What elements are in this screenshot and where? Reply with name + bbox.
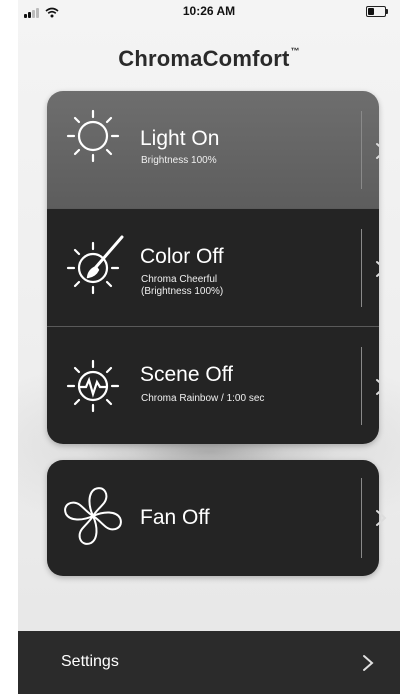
settings-bar[interactable]: Settings xyxy=(18,631,400,694)
chevron-right-icon[interactable] xyxy=(374,141,379,161)
lighting-controls-group: Light On Brightness 100% Color Off Chrom… xyxy=(47,91,379,444)
color-detail: Chroma Cheerful (Brightness 100%) xyxy=(141,274,224,297)
light-control-row[interactable]: Light On Brightness 100% xyxy=(47,91,379,208)
chevron-right-icon[interactable] xyxy=(374,508,388,528)
settings-label: Settings xyxy=(61,653,119,670)
scene-wave-icon xyxy=(66,359,120,413)
fan-icon xyxy=(64,487,122,545)
color-brush-icon xyxy=(66,235,124,295)
row-divider xyxy=(361,347,362,425)
light-detail: Brightness 100% xyxy=(141,155,217,166)
row-divider xyxy=(361,478,362,558)
fan-label: Fan Off xyxy=(140,506,210,529)
light-label: Light On xyxy=(140,127,220,150)
status-time: 10:26 AM xyxy=(182,4,236,18)
battery-icon xyxy=(366,6,388,17)
chevron-right-icon[interactable] xyxy=(374,377,379,397)
color-control-row[interactable]: Color Off Chroma Cheerful (Brightness 10… xyxy=(47,208,379,326)
scene-detail: Chroma Rainbow / 1:00 sec xyxy=(141,393,265,404)
app-title: ChromaComfort™ xyxy=(18,46,400,72)
battery-level xyxy=(368,8,374,15)
scene-control-row[interactable]: Scene Off Chroma Rainbow / 1:00 sec xyxy=(47,326,379,444)
status-bar: 10:26 AM xyxy=(18,0,400,22)
row-divider xyxy=(361,111,362,189)
sun-icon xyxy=(66,109,120,163)
app-screen: 10:26 AM ChromaComfort™ Light On Brightn… xyxy=(18,0,400,694)
color-label: Color Off xyxy=(140,245,224,268)
row-divider xyxy=(361,229,362,307)
scene-label: Scene Off xyxy=(140,363,234,386)
chevron-right-icon[interactable] xyxy=(374,259,379,279)
chevron-right-icon[interactable] xyxy=(361,653,375,673)
trademark-mark: ™ xyxy=(290,45,300,56)
fan-control-row[interactable]: Fan Off xyxy=(47,460,387,576)
app-title-text: ChromaComfort xyxy=(118,46,290,71)
